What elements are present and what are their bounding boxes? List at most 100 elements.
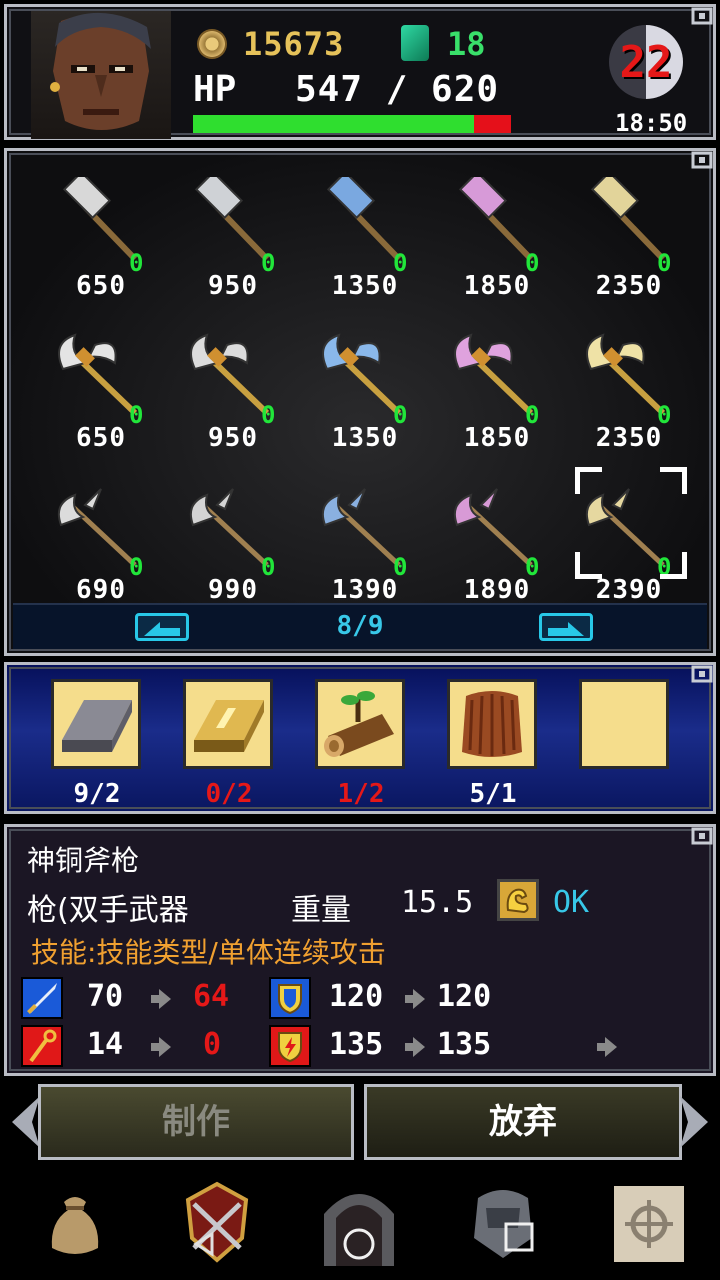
price: 2390 — [595, 575, 663, 605]
selection-cursor — [575, 467, 687, 579]
weapon-slot[interactable]: 0 2350 — [565, 323, 693, 471]
magic-to: 0 — [203, 1027, 222, 1062]
more-stats-arrow-icon[interactable] — [597, 1037, 617, 1057]
frame-corner-icon — [691, 151, 713, 169]
pager: 8/9 — [13, 603, 707, 649]
bag-icon[interactable] — [30, 1178, 120, 1268]
map-icon[interactable] — [604, 1178, 694, 1268]
material-slot-iron-ingot[interactable] — [51, 679, 141, 769]
weapon-slot[interactable]: 0 2350 — [565, 171, 693, 319]
gem-icon — [401, 25, 429, 61]
sword-icon — [21, 977, 63, 1019]
material-count-leather: 5/1 — [469, 779, 517, 809]
arrow-right-icon — [151, 1037, 171, 1057]
weapon-slot[interactable]: 0 1890 — [433, 475, 561, 623]
arrow-right-icon — [151, 989, 171, 1009]
status-header: 15673 18 HP 547 / 620 22 18:50 — [4, 4, 716, 140]
gems-value: 18 — [447, 25, 486, 63]
weapon-slot[interactable]: 0 1850 — [433, 171, 561, 319]
bottom-nav — [0, 1168, 720, 1280]
crest-icon[interactable] — [172, 1178, 262, 1268]
discard-button[interactable]: 放弃 — [364, 1084, 682, 1160]
material-slot-empty[interactable] — [579, 679, 669, 769]
price: 1350 — [331, 423, 399, 453]
action-bar: 制作 放弃 — [0, 1078, 720, 1168]
weight-label: 重量 — [291, 893, 351, 928]
strength-arm-icon — [497, 879, 539, 921]
price: 2350 — [595, 423, 663, 453]
arrow-right-icon — [405, 1037, 425, 1057]
material-slot-gold-ingot[interactable] — [183, 679, 273, 769]
shield-icon — [269, 977, 311, 1019]
character-portrait[interactable] — [31, 11, 171, 139]
material-slot-leather[interactable] — [447, 679, 537, 769]
material-count-gold: 0/2 — [205, 779, 253, 809]
price: 990 — [208, 575, 258, 605]
defense-from: 120 — [329, 979, 384, 1014]
weapon-slot[interactable]: 0 950 — [169, 171, 297, 319]
ok-status: OK — [553, 885, 590, 920]
weapon-slot[interactable]: 0 650 — [37, 171, 165, 319]
price: 690 — [76, 575, 126, 605]
hp-label: HP — [193, 69, 237, 110]
weapon-slot[interactable]: 0 950 — [169, 323, 297, 471]
material-count-wood: 1/2 — [337, 779, 385, 809]
price: 650 — [76, 423, 126, 453]
item-category: 枪(双手武器 — [27, 893, 189, 928]
page-indicator: 8/9 — [336, 611, 384, 641]
item-info-panel: 神铜斧枪 枪(双手武器 重量 15.5 OK 技能:技能类型/单体连续攻击 70… — [4, 824, 716, 1076]
material-count-iron: 9/2 — [73, 779, 121, 809]
staff-icon — [21, 1025, 63, 1067]
weapon-grid-panel: 0 650 0 950 0 1350 0 1850 0 2350 0 650 0 950 0 1350 0 185… — [4, 148, 716, 656]
dungeon-gate-icon[interactable] — [314, 1178, 404, 1268]
coins-value: 15673 — [243, 25, 345, 63]
item-name: 神铜斧枪 — [27, 844, 140, 877]
frame-corner-icon — [691, 827, 713, 845]
price: 1850 — [463, 271, 531, 301]
weapon-slot[interactable]: 0 650 — [37, 323, 165, 471]
hp-bar — [193, 115, 511, 133]
wood-log-icon — [324, 691, 394, 757]
speed-from: 135 — [329, 1027, 384, 1062]
price: 950 — [208, 423, 258, 453]
price: 650 — [76, 271, 126, 301]
next-page-button[interactable] — [539, 613, 593, 641]
materials-panel: 9/2 0/2 1/2 5/1 — [4, 662, 716, 814]
price: 1850 — [463, 423, 531, 453]
hp-bar-fill — [193, 115, 474, 133]
coin-icon — [197, 29, 227, 59]
gold-ingot-icon — [194, 700, 264, 752]
day-counter: 22 — [619, 37, 673, 88]
weapon-slot[interactable]: 0 1390 — [301, 475, 429, 623]
ornament-left-icon — [12, 1096, 40, 1148]
weapon-slot[interactable]: 0 990 — [169, 475, 297, 623]
ornament-right-icon — [680, 1096, 708, 1148]
craft-button[interactable]: 制作 — [38, 1084, 354, 1160]
weight-value: 15.5 — [401, 885, 474, 920]
armor-icon[interactable] — [458, 1178, 548, 1268]
material-slot-wood-log[interactable] — [315, 679, 405, 769]
skill-text: 技能:技能类型/单体连续攻击 — [31, 936, 386, 969]
attack-to: 64 — [193, 979, 230, 1014]
speed-to: 135 — [437, 1027, 492, 1062]
frame-corner-icon — [691, 7, 713, 25]
iron-ingot-icon — [62, 700, 132, 752]
leather-icon — [462, 691, 522, 757]
arrow-right-icon — [405, 989, 425, 1009]
price: 1890 — [463, 575, 531, 605]
defense-to: 120 — [437, 979, 492, 1014]
price: 1350 — [331, 271, 399, 301]
frame-corner-icon — [691, 665, 713, 683]
weapon-slot[interactable]: 0 1350 — [301, 171, 429, 319]
hp-value: 547 / 620 — [295, 69, 500, 110]
weapon-slot[interactable]: 0 690 — [37, 475, 165, 623]
price: 1390 — [331, 575, 399, 605]
weapon-slot[interactable]: 0 1350 — [301, 323, 429, 471]
lightning-shield-icon — [269, 1025, 311, 1067]
price: 950 — [208, 271, 258, 301]
clock: 18:50 — [615, 109, 688, 137]
attack-from: 70 — [87, 979, 124, 1014]
price: 2350 — [595, 271, 663, 301]
magic-from: 14 — [87, 1027, 124, 1062]
weapon-slot[interactable]: 0 1850 — [433, 323, 561, 471]
